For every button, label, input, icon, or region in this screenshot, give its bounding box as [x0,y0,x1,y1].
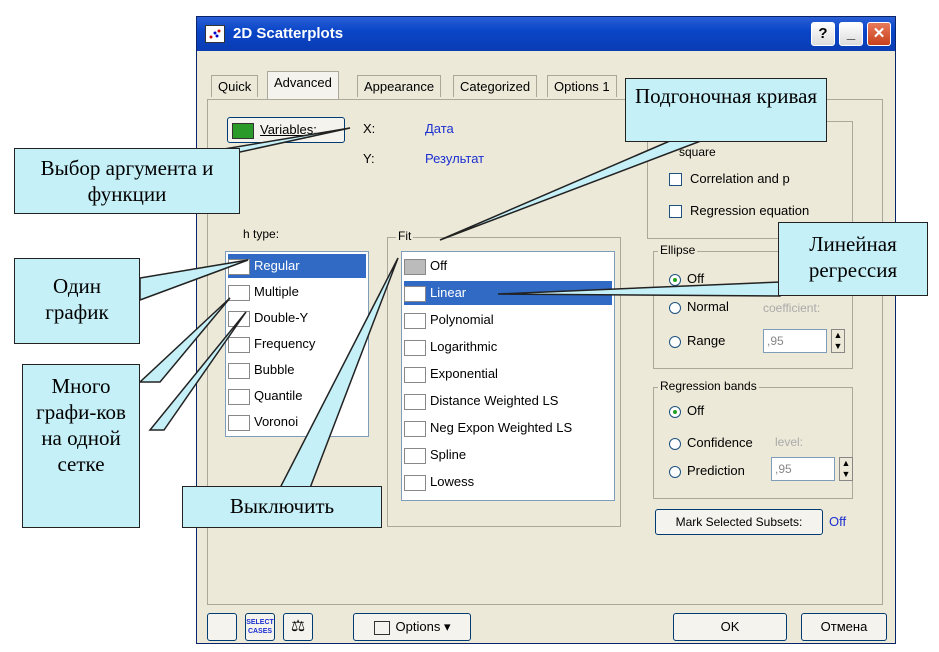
linear-pointer [497,281,781,297]
turn-off-pointer [278,257,399,489]
callout-turn-off: Выключить [182,486,382,528]
callout-fit-curve: Подгоночная кривая [625,78,827,142]
one-plot-pointer [139,259,249,302]
fit-curve-pointer [439,127,736,241]
callout-one-plot: Один график [14,258,140,344]
callout-many-plots: Много графи-ков на одной сетке [22,364,140,528]
callout-linear-regression: Линейная регрессия [778,222,928,296]
callout-choose-args: Выбор аргумента и функции [14,148,240,214]
many-plots-pointer-a [138,297,231,383]
